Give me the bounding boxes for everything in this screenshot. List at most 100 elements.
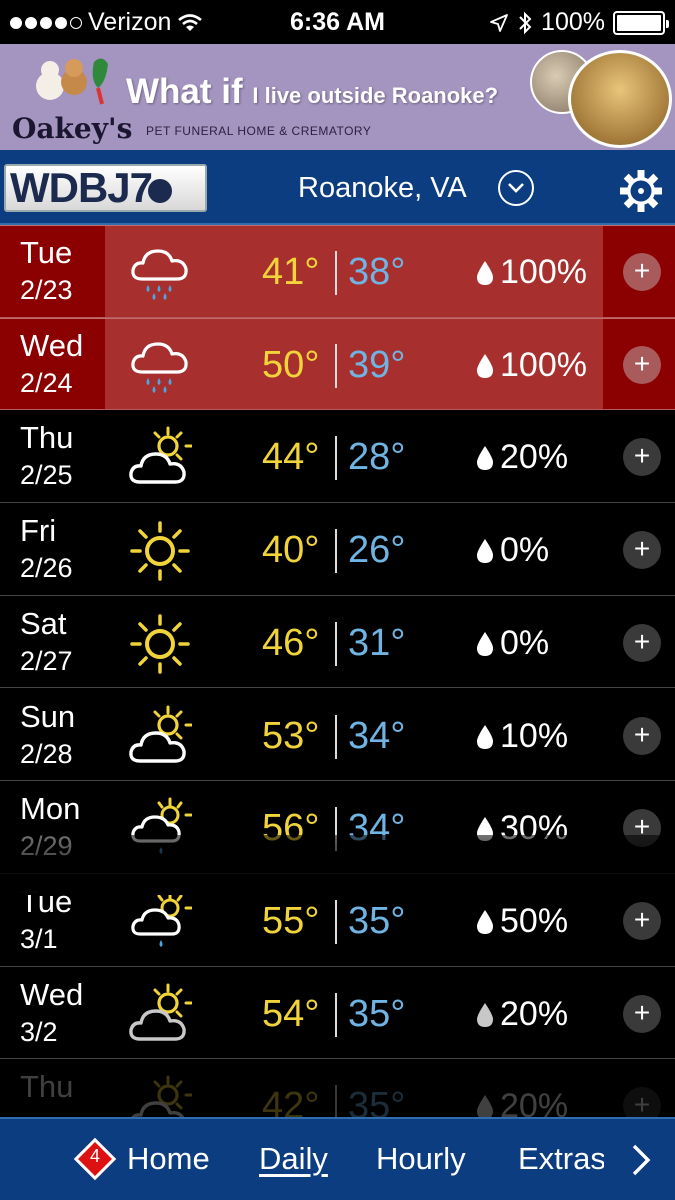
high-temp: 40°	[262, 529, 320, 572]
raindrop-icon	[477, 724, 493, 749]
expand-plus-icon[interactable]: +	[623, 809, 661, 848]
partly-cloudy-icon	[128, 426, 194, 490]
temp-separator	[335, 343, 337, 388]
temp-separator	[335, 714, 337, 759]
partly-cloudy-icon	[128, 983, 194, 1047]
alert-badge-count[interactable]: 4	[80, 1146, 110, 1167]
expand-plus-icon[interactable]: +	[623, 1087, 661, 1117]
gear-icon[interactable]	[618, 168, 664, 214]
expand-plus-icon[interactable]: +	[623, 531, 661, 570]
temp-separator	[335, 436, 337, 481]
expand-plus-icon[interactable]: +	[623, 994, 661, 1033]
raindrop-icon	[477, 1002, 493, 1027]
forecast-row[interactable]: Fri 2/26 40° 26° 0% +	[0, 503, 675, 596]
forecast-row[interactable]: Wed 3/2 54° 35° 20% +	[0, 967, 675, 1060]
station-logo: WDBJ7	[4, 164, 207, 212]
low-temp: 34°	[348, 807, 406, 850]
raindrop-icon	[477, 909, 493, 934]
chevron-right-icon[interactable]	[630, 1143, 652, 1177]
precip-chance: 0%	[500, 531, 550, 570]
raindrop-icon	[477, 261, 493, 285]
expand-plus-icon[interactable]: +	[623, 901, 661, 940]
high-temp: 46°	[262, 621, 320, 664]
precip-chance: 20%	[500, 438, 569, 477]
expand-plus-icon[interactable]: +	[623, 716, 661, 755]
battery-icon	[613, 10, 669, 35]
temp-separator	[335, 807, 337, 852]
nav-extras[interactable]: Extras	[518, 1141, 604, 1177]
forecast-row[interactable]: Wed 2/24 50° 39° 100% +	[0, 317, 675, 411]
raindrop-icon	[477, 353, 493, 378]
low-temp: 28°	[348, 436, 406, 479]
forecast-date: 2/28	[20, 738, 73, 769]
low-temp: 39°	[348, 343, 406, 386]
temp-separator	[335, 621, 337, 666]
expand-plus-icon[interactable]: +	[623, 253, 661, 291]
partly-cloudy-icon	[128, 705, 194, 769]
temp-separator	[335, 1085, 337, 1117]
high-temp: 55°	[262, 899, 320, 942]
partly-cloudy-icon	[128, 1075, 194, 1117]
low-temp: 38°	[348, 251, 406, 293]
ad-headline-main: What if	[126, 72, 243, 111]
expand-plus-icon[interactable]: +	[623, 345, 661, 384]
bottom-nav: 4 Home Daily Hourly Extras	[0, 1117, 675, 1200]
raindrop-icon	[477, 446, 493, 471]
rain-icon	[128, 334, 192, 398]
alert-divider	[0, 225, 675, 226]
forecast-row[interactable]: Mon 2/29 56° 34° 30% +	[0, 781, 675, 874]
ad-banner[interactable]: Oakey's PET FUNERAL HOME & CREMATORY Wha…	[0, 44, 675, 150]
nav-home[interactable]: Home	[127, 1141, 210, 1177]
daily-forecast-list[interactable]: Tue 2/23 41° 38° 100% + Wed 2/24 50° 39° 100% + Thu 2…	[0, 225, 675, 1117]
battery-percent: 100%	[541, 8, 605, 36]
forecast-day: Mon	[20, 791, 81, 827]
temp-separator	[335, 251, 337, 295]
low-temp: 26°	[348, 529, 406, 572]
app-header: WDBJ7 Roanoke, VA	[0, 150, 675, 225]
forecast-day: Fri	[20, 513, 57, 549]
precip-chance: 10%	[500, 716, 569, 755]
high-temp: 41°	[262, 251, 320, 293]
sunny-icon	[128, 612, 192, 676]
temp-separator	[335, 992, 337, 1037]
sunny-icon	[128, 519, 192, 583]
low-temp: 31°	[348, 621, 406, 664]
expand-plus-icon[interactable]: +	[623, 438, 661, 477]
sun-showers-icon	[128, 797, 193, 861]
forecast-date: 2/23	[20, 275, 73, 305]
forecast-day: Tue	[20, 883, 73, 919]
nav-daily[interactable]: Daily	[259, 1141, 328, 1177]
bluetooth-icon	[519, 11, 532, 34]
temp-separator	[335, 899, 337, 944]
chevron-down-icon[interactable]	[498, 170, 534, 206]
low-temp: 34°	[348, 714, 406, 757]
raindrop-icon	[477, 1095, 493, 1117]
forecast-day: Thu	[20, 420, 74, 456]
forecast-day: Sun	[20, 698, 76, 734]
nav-hourly[interactable]: Hourly	[376, 1141, 466, 1177]
temp-separator	[335, 529, 337, 574]
dog-photo	[568, 50, 672, 148]
forecast-row[interactable]: Tue 2/23 41° 38° 100% +	[0, 225, 675, 318]
logo-text: WDBJ	[10, 164, 131, 211]
alert-divider	[0, 317, 675, 319]
forecast-date: 2/24	[20, 367, 73, 398]
forecast-day: Wed	[20, 327, 84, 363]
ad-headline: What if I live outside Roanoke?	[126, 72, 498, 112]
expand-plus-icon[interactable]: +	[623, 623, 661, 662]
forecast-row[interactable]: Sun 2/28 53° 34° 10% +	[0, 689, 675, 782]
ad-brand: Oakey's	[12, 112, 133, 145]
forecast-row[interactable]: Thu 2/25 44° 28° 20% +	[0, 410, 675, 504]
precip-chance: 30%	[500, 809, 569, 848]
forecast-date: 3/1	[20, 923, 58, 954]
forecast-day: Tue	[20, 235, 73, 270]
low-temp: 35°	[348, 899, 406, 942]
location-selector[interactable]: Roanoke, VA	[298, 172, 467, 205]
precip-chance: 50%	[500, 901, 569, 940]
forecast-row[interactable]: Thu 42° 35° 20% +	[0, 1059, 675, 1117]
forecast-date: 3/2	[20, 1016, 58, 1047]
rain-icon	[128, 241, 192, 305]
forecast-row[interactable]: Tue 3/1 55° 35° 50% +	[0, 874, 675, 967]
sun-showers-icon	[128, 890, 193, 954]
forecast-row[interactable]: Sat 2/27 46° 31° 0% +	[0, 596, 675, 689]
